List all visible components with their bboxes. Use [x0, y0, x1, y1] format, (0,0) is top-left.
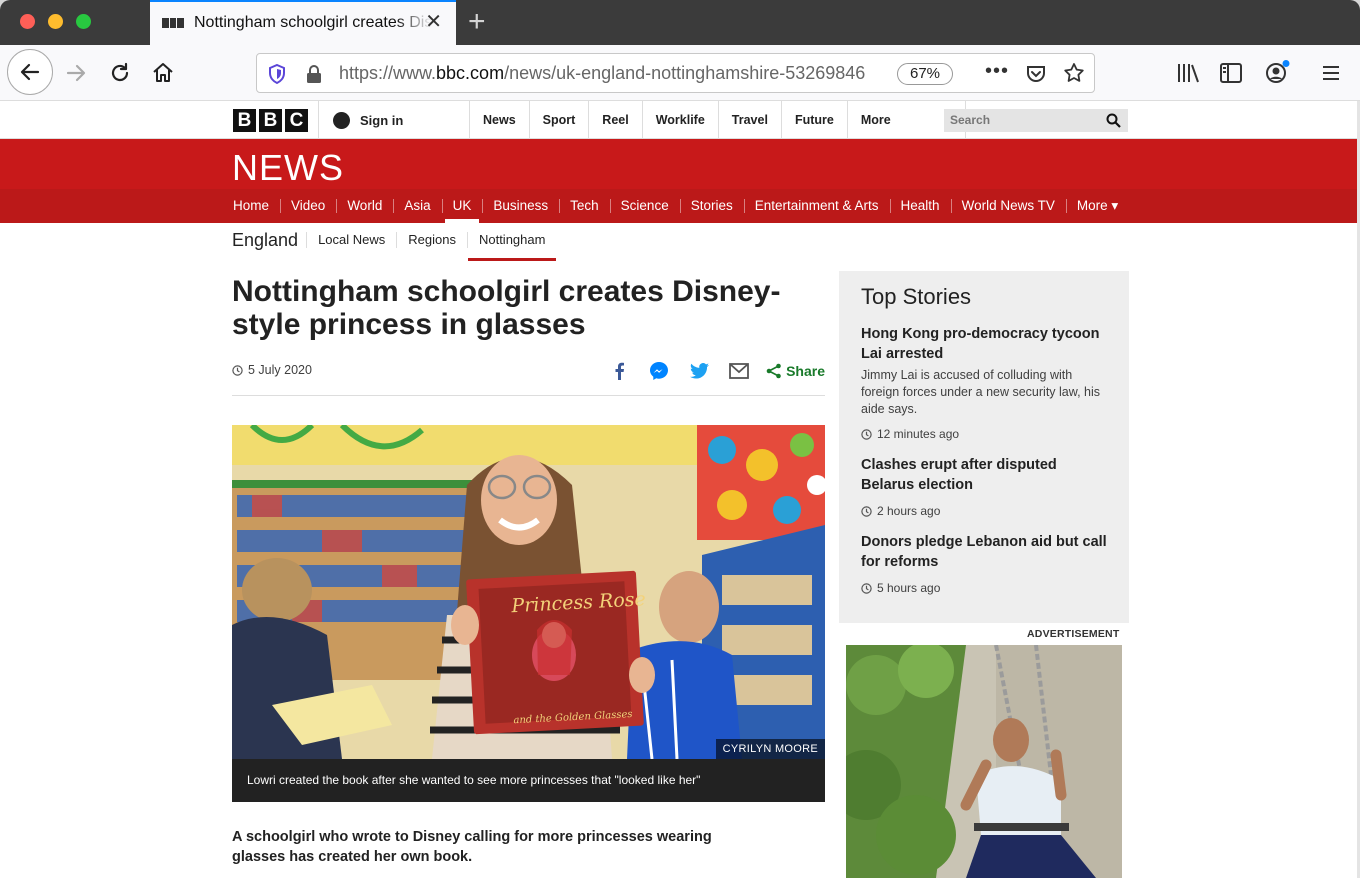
topnav-news[interactable]: News	[470, 101, 530, 139]
article-lede: A schoolgirl who wrote to Disney calling…	[232, 829, 712, 865]
man-on-swing-ad-image	[846, 645, 1122, 878]
clock-icon	[232, 364, 243, 376]
top-story-item[interactable]: Hong Kong pro-democracy tycoon Lai arres…	[861, 324, 1107, 441]
top-stories-panel: Top Stories Hong Kong pro-democracy tyco…	[839, 271, 1129, 623]
clock-icon	[861, 582, 872, 594]
top-story-headline[interactable]: Clashes erupt after disputed Belarus ele…	[861, 455, 1107, 495]
address-bar[interactable]: https://www.bbc.com/news/uk-england-nott…	[256, 53, 1095, 93]
browser-window: Nottingham schoolgirl creates Disney-sty…	[0, 0, 1360, 878]
subnav-business[interactable]: Business	[482, 189, 559, 223]
section-link-nottingham[interactable]: Nottingham	[466, 232, 557, 261]
topnav-future[interactable]: Future	[782, 101, 848, 139]
clock-icon	[861, 505, 872, 517]
subnav-entertainment-arts[interactable]: Entertainment & Arts	[743, 189, 890, 223]
subnav-stories[interactable]: Stories	[679, 189, 744, 223]
new-tab-button[interactable]: +	[468, 7, 486, 37]
article-photo: Princess Rose and the Golden Glasses CYR…	[232, 425, 825, 759]
top-story-time: 2 hours ago	[861, 504, 1107, 518]
photo-caption: Lowri created the book after she wanted …	[232, 759, 825, 802]
sign-in-link[interactable]: Sign in	[318, 101, 470, 139]
sidebar-toggle-icon[interactable]	[1219, 62, 1243, 84]
zoom-level-badge[interactable]: 67%	[897, 63, 953, 85]
navigation-toolbar: https://www.bbc.com/news/uk-england-nott…	[0, 45, 1360, 101]
advertisement-label: ADVERTISEMENT	[1027, 628, 1120, 640]
topnav-worklife[interactable]: Worklife	[643, 101, 719, 139]
messenger-share-icon[interactable]	[646, 358, 672, 384]
subnav-asia[interactable]: Asia	[393, 189, 441, 223]
top-story-time: 5 hours ago	[861, 581, 1107, 595]
bookmark-star-icon[interactable]	[1063, 62, 1085, 84]
news-logo[interactable]: NEWS	[232, 147, 344, 189]
schoolgirl-with-book-image: Princess Rose and the Golden Glasses	[232, 425, 825, 759]
back-arrow-icon	[20, 63, 40, 81]
section-nav: England Local News Regions Nottingham	[232, 224, 557, 261]
search-input[interactable]: Search	[944, 109, 1128, 132]
home-icon	[153, 63, 173, 82]
top-stories-title: Top Stories	[861, 284, 972, 309]
top-story-summary: Jimmy Lai is accused of colluding with f…	[861, 368, 1101, 416]
facebook-share-icon[interactable]	[606, 358, 632, 384]
news-header-band: NEWS Home Video World Asia UK Business T…	[0, 139, 1360, 223]
close-window-button[interactable]	[20, 14, 35, 29]
bbc-top-nav: News Sport Reel Worklife Travel Future M…	[470, 101, 966, 139]
top-story-time: 12 minutes ago	[861, 427, 1107, 441]
share-tools: Share	[606, 358, 825, 384]
news-sub-nav: Home Video World Asia UK Business Tech S…	[222, 189, 1129, 223]
tab-title: Nottingham schoolgirl creates Disney-sty…	[194, 13, 432, 31]
clock-icon	[861, 428, 872, 440]
subnav-tech[interactable]: Tech	[559, 189, 610, 223]
section-link-regions[interactable]: Regions	[396, 232, 467, 248]
minimize-window-button[interactable]	[48, 14, 63, 29]
subnav-world[interactable]: World	[336, 189, 393, 223]
tab-close-icon[interactable]: ✕	[425, 11, 442, 33]
search-icon[interactable]	[1106, 113, 1121, 128]
library-icon[interactable]	[1176, 62, 1200, 84]
maximize-window-button[interactable]	[76, 14, 91, 29]
forward-button[interactable]	[56, 53, 96, 93]
subnav-more[interactable]: More ▾	[1065, 189, 1129, 223]
bbc-logo[interactable]: B B C	[233, 109, 308, 132]
subnav-video[interactable]: Video	[280, 189, 336, 223]
section-link-local-news[interactable]: Local News	[306, 232, 396, 248]
url-text[interactable]: https://www.bbc.com/news/uk-england-nott…	[339, 63, 889, 84]
bbc-global-header: B B C Sign in News Sport Reel Worklife T…	[0, 101, 1360, 139]
top-story-item[interactable]: Clashes erupt after disputed Belarus ele…	[861, 455, 1107, 518]
browser-tab[interactable]: Nottingham schoolgirl creates Disney-sty…	[150, 0, 456, 45]
page-actions-icon[interactable]: •••	[985, 60, 1009, 83]
pocket-icon[interactable]	[1025, 63, 1047, 85]
twitter-share-icon[interactable]	[686, 358, 712, 384]
hamburger-menu-icon[interactable]	[1320, 62, 1342, 84]
account-icon[interactable]	[1264, 60, 1290, 86]
advertisement-image[interactable]	[846, 645, 1122, 878]
tab-bar: Nottingham schoolgirl creates Disney-sty…	[0, 0, 1360, 45]
reload-button[interactable]	[100, 53, 140, 93]
reload-icon	[111, 62, 129, 82]
topnav-sport[interactable]: Sport	[530, 101, 590, 139]
subnav-home[interactable]: Home	[222, 189, 280, 223]
topnav-travel[interactable]: Travel	[719, 101, 782, 139]
section-title[interactable]: England	[232, 230, 298, 251]
user-avatar-icon	[333, 111, 350, 129]
top-story-headline[interactable]: Donors pledge Lebanon aid but call for r…	[861, 532, 1107, 572]
tracking-protection-shield-icon[interactable]	[268, 64, 286, 84]
share-button[interactable]: Share	[766, 363, 825, 379]
lock-icon[interactable]	[305, 64, 323, 84]
email-share-icon[interactable]	[726, 358, 752, 384]
bbc-favicon-icon	[162, 17, 185, 28]
topnav-reel[interactable]: Reel	[589, 101, 643, 139]
article-meta: 5 July 2020 Share	[232, 356, 825, 396]
share-icon	[766, 363, 781, 379]
article-date: 5 July 2020	[232, 363, 312, 377]
back-button[interactable]	[7, 49, 53, 95]
home-button[interactable]	[143, 53, 183, 93]
forward-arrow-icon	[66, 64, 86, 82]
article-headline: Nottingham schoolgirl creates Disney-sty…	[232, 275, 781, 341]
top-story-item[interactable]: Donors pledge Lebanon aid but call for r…	[861, 532, 1107, 595]
subnav-science[interactable]: Science	[609, 189, 680, 223]
subnav-uk[interactable]: UK	[441, 189, 483, 223]
photo-credit: CYRILYN MOORE	[715, 739, 825, 759]
subnav-world-news-tv[interactable]: World News TV	[950, 189, 1066, 223]
subnav-health[interactable]: Health	[889, 189, 951, 223]
top-story-headline[interactable]: Hong Kong pro-democracy tycoon Lai arres…	[861, 324, 1107, 364]
